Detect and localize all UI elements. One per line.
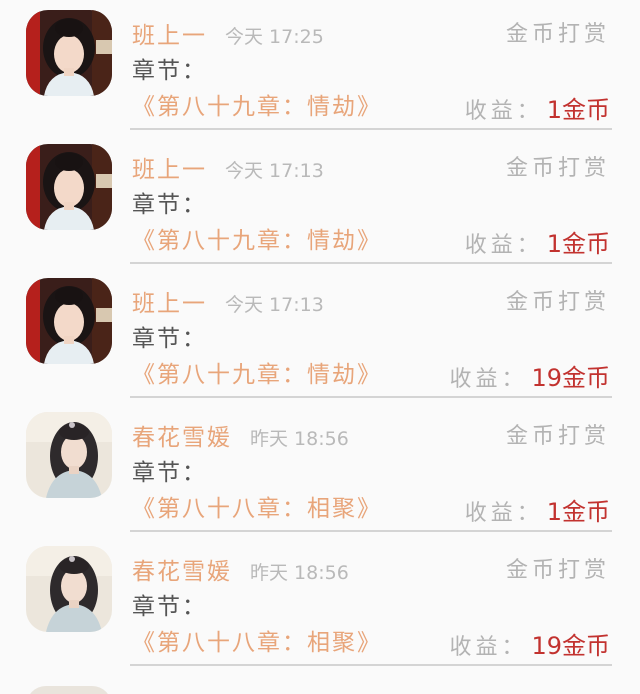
chapter-line: 章节： 《第八十八章：相聚》 (132, 589, 442, 661)
divider (130, 128, 612, 130)
chapter-title[interactable]: 《第八十九章：情劫》 (132, 362, 382, 388)
chapter-label: 章节： (132, 460, 207, 486)
chapter-title[interactable]: 《第八十九章：情劫》 (132, 228, 382, 254)
reward-list: 班上一 今天 17:25 金币打赏 章节： 《第八十九章：情劫》 收益： 1金币 (0, 0, 640, 694)
earning-label: 收益： (449, 367, 528, 392)
chapter-label: 章节： (132, 58, 207, 84)
reward-type-label: 金币打赏 (505, 424, 610, 449)
timestamp: 今天 17:13 (225, 160, 324, 182)
timestamp: 今天 17:25 (225, 26, 324, 48)
chapter-label: 章节： (132, 594, 207, 620)
chapter-title[interactable]: 《第八十八章：相聚》 (132, 496, 382, 522)
list-item[interactable]: 班上一 今天 17:13 金币打赏 章节： 《第八十九章：情劫》 收益： 1金币 (0, 134, 640, 268)
list-item[interactable]: 班上一 今天 17:25 金币打赏 章节： 《第八十九章：情劫》 收益： 1金币 (0, 0, 640, 134)
avatar-girl-light-backdrop-icon (26, 546, 112, 632)
chapter-line: 章节： 《第八十九章：情劫》 (132, 187, 442, 259)
earning: 收益： 19金币 (449, 626, 610, 661)
timestamp: 昨天 18:56 (250, 428, 349, 450)
user-line: 班上一 今天 17:13 (132, 284, 324, 318)
timestamp: 今天 17:13 (225, 294, 324, 316)
earning-label: 收益： (449, 635, 528, 660)
earning-label: 收益： (464, 501, 543, 526)
reward-type-label: 金币打赏 (505, 156, 610, 181)
avatar-girl-red-backdrop-icon (26, 10, 112, 96)
list-item[interactable]: 春花雪媛 昨天 18:56 金币打赏 章节： 《第八十八章：相聚》 收益： 19金… (0, 536, 640, 670)
earning-label: 收益： (464, 233, 543, 258)
reward-type-label: 金币打赏 (505, 558, 610, 583)
avatar-girl-light-backdrop-icon (26, 412, 112, 498)
earning-label: 收益： (464, 99, 543, 124)
chapter-line: 章节： 《第八十九章：情劫》 (132, 53, 442, 125)
chapter-label: 章节： (132, 326, 207, 352)
divider (130, 396, 612, 398)
list-item[interactable]: 班上一 今天 17:13 金币打赏 章节： 《第八十九章：情劫》 收益： 19金币 (0, 268, 640, 402)
username[interactable]: 班上一 (132, 284, 207, 318)
earning-value: 1金币 (546, 498, 610, 526)
reward-type-label: 金币打赏 (505, 22, 610, 47)
divider (130, 530, 612, 532)
timestamp: 昨天 18:56 (250, 562, 349, 584)
reward-type-label: 金币打赏 (505, 290, 610, 315)
chapter-line: 章节： 《第八十八章：相聚》 (132, 455, 442, 527)
earning: 收益： 1金币 (465, 224, 610, 259)
earning-value: 19金币 (531, 364, 610, 392)
username[interactable]: 班上一 (132, 16, 207, 50)
earning-value: 1金币 (546, 230, 610, 258)
avatar-girl-red-backdrop-icon (26, 278, 112, 364)
chapter-title[interactable]: 《第八十九章：情劫》 (132, 94, 382, 120)
chapter-title[interactable]: 《第八十八章：相聚》 (132, 630, 382, 656)
earning-value: 19金币 (531, 632, 610, 660)
next-item-avatar[interactable] (26, 686, 112, 694)
earning-value: 1金币 (546, 96, 610, 124)
user-line: 班上一 今天 17:13 (132, 150, 324, 184)
avatar[interactable] (26, 412, 112, 498)
avatar-girl-red-backdrop-icon (26, 144, 112, 230)
username[interactable]: 春花雪媛 (132, 552, 232, 586)
user-line: 班上一 今天 17:25 (132, 16, 324, 50)
avatar[interactable] (26, 546, 112, 632)
user-line: 春花雪媛 昨天 18:56 (132, 418, 349, 452)
chapter-line: 章节： 《第八十九章：情劫》 (132, 321, 442, 393)
earning: 收益： 1金币 (465, 90, 610, 125)
avatar[interactable] (26, 278, 112, 364)
username[interactable]: 班上一 (132, 150, 207, 184)
earning: 收益： 1金币 (465, 492, 610, 527)
earning: 收益： 19金币 (449, 358, 610, 393)
user-line: 春花雪媛 昨天 18:56 (132, 552, 349, 586)
avatar[interactable] (26, 10, 112, 96)
username[interactable]: 春花雪媛 (132, 418, 232, 452)
avatar[interactable] (26, 144, 112, 230)
divider (130, 664, 612, 666)
list-item[interactable]: 春花雪媛 昨天 18:56 金币打赏 章节： 《第八十八章：相聚》 收益： 1金币 (0, 402, 640, 536)
chapter-label: 章节： (132, 192, 207, 218)
divider (130, 262, 612, 264)
